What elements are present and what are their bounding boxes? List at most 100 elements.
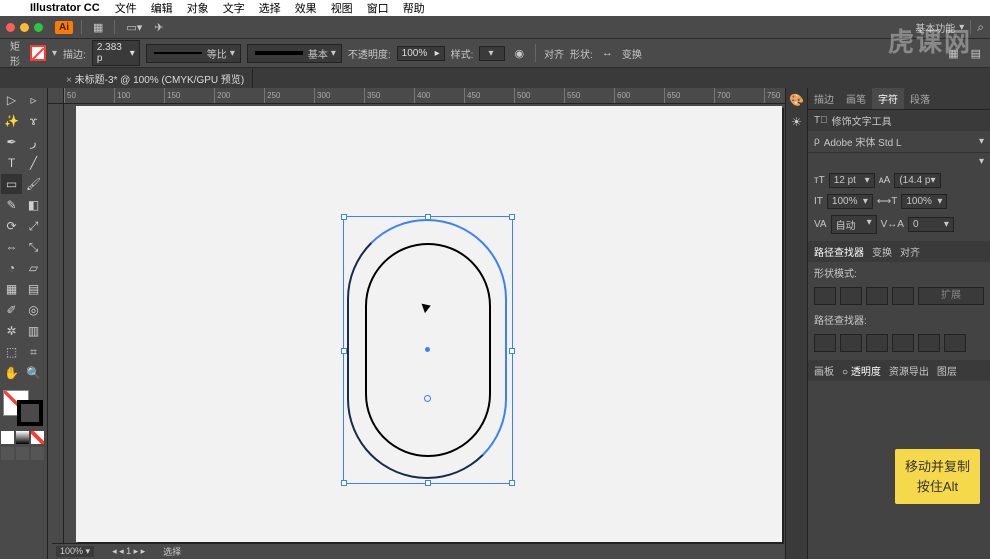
eyedropper-tool[interactable]: ✐ [1, 300, 22, 320]
menu-type[interactable]: 文字 [223, 0, 245, 16]
fill-stroke-control[interactable] [1, 388, 45, 428]
type-tool[interactable]: T [1, 153, 22, 173]
zoom-window-button[interactable] [34, 23, 43, 32]
none-mode-icon[interactable] [31, 431, 44, 444]
symbol-sprayer-tool[interactable]: ✲ [1, 321, 22, 341]
tracking-field[interactable]: 0▾ [908, 217, 954, 232]
blend-tool[interactable]: ◎ [23, 300, 44, 320]
artboard-nav[interactable]: ◂ ◂ 1 ▸ ▸ [112, 546, 145, 557]
menu-object[interactable]: 对象 [187, 0, 209, 16]
rectangle-tool[interactable]: ▭ [1, 174, 22, 194]
minimize-window-button[interactable] [20, 23, 29, 32]
resize-handle-e[interactable] [509, 348, 515, 354]
direct-selection-tool[interactable]: ▹ [23, 90, 44, 110]
fill-swatch[interactable] [30, 45, 46, 61]
gradient-mode-icon[interactable] [16, 431, 29, 444]
menu-help[interactable]: 帮助 [403, 0, 425, 16]
kerning-field[interactable]: 自动▾ [831, 215, 877, 234]
minus-front-icon[interactable] [840, 287, 862, 305]
swatch-chevron-icon[interactable]: ▾ [52, 48, 57, 59]
stroke-swatch-icon[interactable] [17, 400, 43, 426]
ruler-horizontal[interactable]: 50 100 150 200 250 300 350 400 450 500 5… [64, 88, 785, 104]
draw-mode-icon[interactable] [1, 447, 14, 460]
selection-tool[interactable]: ▷ [1, 90, 22, 110]
pen-tool[interactable]: ✒ [1, 132, 22, 152]
font-size-field[interactable]: 12 pt▾ [829, 173, 875, 188]
zoom-field[interactable]: 100% ▾ [56, 546, 94, 557]
color-panel-icon[interactable]: 🎨 [789, 92, 805, 108]
tab-brush[interactable]: 画笔 [840, 88, 872, 109]
opacity-field[interactable]: 100%▸ [397, 46, 445, 61]
lasso-tool[interactable]: ɤ [23, 111, 44, 131]
perspective-tool[interactable]: ▱ [23, 258, 44, 278]
magic-wand-tool[interactable]: ✨ [1, 111, 22, 131]
shaper-tool[interactable]: ✎ [1, 195, 22, 215]
recolor-icon[interactable]: ◉ [511, 47, 527, 60]
resize-handle-se[interactable] [509, 480, 515, 486]
menu-select[interactable]: 选择 [259, 0, 281, 16]
isolate-icon[interactable]: ▦ [945, 47, 961, 60]
unite-icon[interactable] [814, 287, 836, 305]
tab-layers[interactable]: 图层 [937, 363, 957, 378]
ruler-vertical[interactable] [48, 104, 64, 559]
touchup-type-tool[interactable]: T⃔ 修饰文字工具 [808, 110, 990, 131]
tab-pathfinder[interactable]: 路径查找器 [814, 244, 864, 259]
leading-field[interactable]: (14.4 p▾ [894, 173, 940, 188]
search-icon[interactable]: ⌕ [977, 20, 984, 35]
tab-artboards[interactable]: 画板 [814, 363, 834, 378]
panel-menu-icon[interactable]: ▤ [968, 47, 984, 60]
screen-mode-menu-icon[interactable] [31, 447, 44, 460]
bridge-icon[interactable]: ▦ [90, 21, 106, 34]
stroke-profile-dropdown[interactable]: 等比▾ [146, 44, 241, 63]
brush-def-dropdown[interactable]: 基本▾ [247, 44, 342, 63]
font-family-dropdown[interactable]: ρ Adobe 宋体 Std L ▾ [808, 131, 990, 152]
workspace-switcher[interactable]: 基本功能▾ ⌕ [915, 20, 984, 35]
resize-handle-ne[interactable] [509, 214, 515, 220]
merge-icon[interactable] [866, 334, 888, 352]
arrange-docs-icon[interactable]: ▭▾ [123, 21, 145, 34]
zoom-tool[interactable]: 🔍 [23, 363, 44, 383]
app-name[interactable]: Illustrator CC [30, 2, 100, 14]
line-tool[interactable]: ╱ [23, 153, 44, 173]
tab-align[interactable]: 对齐 [900, 244, 920, 259]
hand-tool[interactable]: ✋ [1, 363, 22, 383]
curvature-tool[interactable]: ﺭ [23, 132, 44, 152]
color-mode-icon[interactable] [1, 431, 14, 444]
color-guide-panel-icon[interactable]: ☀ [789, 114, 805, 130]
divide-icon[interactable] [814, 334, 836, 352]
rotate-tool[interactable]: ⟳ [1, 216, 22, 236]
transform-link[interactable]: 变换 [622, 46, 642, 61]
minus-back-icon[interactable] [944, 334, 966, 352]
column-graph-tool[interactable]: ▥ [23, 321, 44, 341]
ruler-origin[interactable] [48, 88, 64, 104]
gradient-tool[interactable]: ▤ [23, 279, 44, 299]
doc-tab-close-icon[interactable]: × [66, 75, 72, 86]
tab-stroke[interactable]: 描边 [808, 88, 840, 109]
resize-handle-s[interactable] [425, 480, 431, 486]
doc-tab[interactable]: × 未标题-3* @ 100% (CMYK/GPU 预览) [52, 69, 253, 88]
eraser-tool[interactable]: ◧ [23, 195, 44, 215]
align-link[interactable]: 对齐 [544, 46, 564, 61]
width-tool[interactable]: ⇔ [1, 237, 22, 257]
style-dropdown[interactable]: ▾ [479, 46, 505, 61]
tab-asset-export[interactable]: 资源导出 [889, 363, 929, 378]
scale-tool[interactable]: ⤢ [23, 216, 44, 236]
tab-transparency[interactable]: ○ 透明度 [842, 363, 881, 378]
slice-tool[interactable]: ⌗ [23, 342, 44, 362]
menu-effect[interactable]: 效果 [295, 0, 317, 16]
resize-handle-sw[interactable] [341, 480, 347, 486]
crop-icon[interactable] [892, 334, 914, 352]
mesh-tool[interactable]: ▦ [1, 279, 22, 299]
trim-icon[interactable] [840, 334, 862, 352]
free-transform-tool[interactable]: ⤡ [23, 237, 44, 257]
hscale-field[interactable]: 100%▾ [901, 194, 947, 209]
vscale-field[interactable]: 100%▾ [827, 194, 873, 209]
expand-button[interactable]: 扩展 [918, 287, 984, 305]
tab-paragraph[interactable]: 段落 [904, 88, 936, 109]
gpu-icon[interactable]: ✈ [151, 21, 166, 34]
exclude-icon[interactable] [892, 287, 914, 305]
menu-file[interactable]: 文件 [115, 0, 137, 16]
stroke-weight-field[interactable]: 2.383 p▾ [92, 40, 140, 66]
intersect-icon[interactable] [866, 287, 888, 305]
close-window-button[interactable] [6, 23, 15, 32]
